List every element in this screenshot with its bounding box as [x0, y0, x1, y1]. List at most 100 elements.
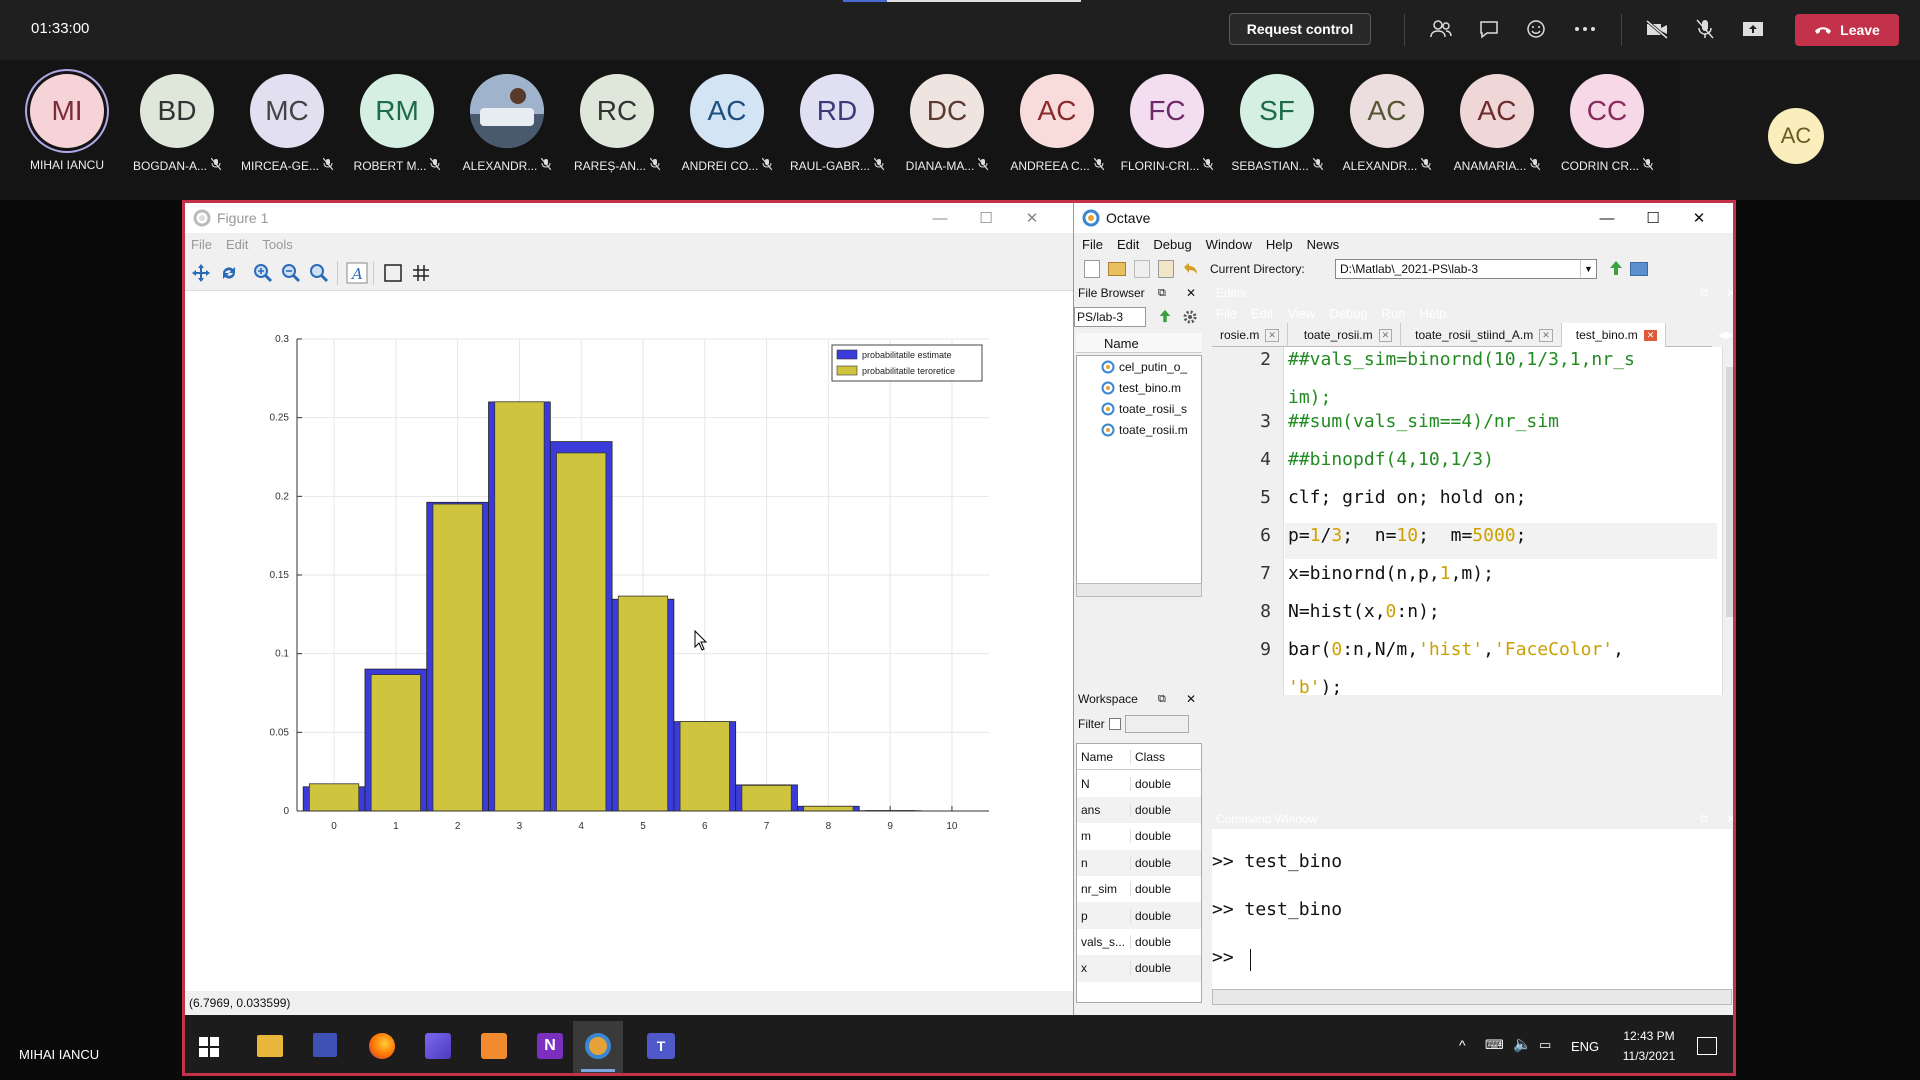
participant-tile[interactable]: AC ANDREEA C... [1002, 74, 1112, 173]
mic-off-icon[interactable] [1690, 14, 1720, 44]
tab-scroll-arrows[interactable]: ◀▶ [1712, 323, 1733, 347]
tab-test-bino[interactable]: test_bino.m ✕ [1561, 323, 1667, 347]
maximize-icon[interactable]: ☐ [963, 203, 1009, 233]
close-tab-icon[interactable]: ✕ [1265, 328, 1279, 342]
undock-icon[interactable]: ⧉ [1158, 287, 1166, 300]
undo-icon[interactable] [1182, 261, 1198, 277]
close-icon[interactable]: ✕ [1009, 203, 1055, 233]
participant-tile[interactable]: RM ROBERT M... [342, 74, 452, 173]
participant-tile[interactable]: BD BOGDAN-A... [122, 74, 232, 173]
more-options-icon[interactable] [1570, 14, 1600, 44]
editor-vertical-scrollbar[interactable] [1722, 347, 1733, 695]
app-icon[interactable] [481, 1033, 507, 1059]
copy-icon[interactable] [1134, 260, 1150, 278]
close-icon[interactable]: ✕ [1726, 812, 1733, 826]
rotate-icon[interactable] [217, 261, 241, 285]
chevron-up-icon[interactable]: ^ [1459, 1037, 1466, 1053]
zoom-out-icon[interactable] [279, 261, 303, 285]
editor-menu-debug[interactable]: Debug [1329, 306, 1367, 321]
figure-menu-file[interactable]: File [191, 237, 212, 252]
workspace-row[interactable]: vals_s... double [1077, 928, 1201, 956]
firefox-icon[interactable] [369, 1033, 395, 1059]
plot-area[interactable]: 0 0.05 0.1 0.15 0.2 0.25 0.3 0 1 2 3 4 5 6 7 8 9 10 probab… [185, 291, 1073, 991]
notifications-icon[interactable] [1697, 1037, 1717, 1055]
axes-box-icon[interactable] [381, 261, 405, 285]
octave-taskbar-active[interactable] [573, 1021, 623, 1073]
scrollbar-thumb[interactable] [1726, 367, 1733, 617]
close-icon[interactable]: ✕ [1186, 692, 1196, 706]
network-icon[interactable]: ⌨ [1485, 1037, 1504, 1053]
workspace-row[interactable]: n double [1077, 849, 1201, 876]
zoom-icon[interactable] [307, 261, 331, 285]
zoom-in-icon[interactable] [251, 261, 275, 285]
octave-menu-news[interactable]: News [1307, 237, 1340, 252]
volume-icon[interactable]: 🔈 [1513, 1035, 1532, 1053]
new-file-icon[interactable] [1084, 260, 1100, 278]
minimize-icon[interactable]: — [917, 203, 963, 233]
close-icon[interactable]: ✕ [1726, 286, 1733, 300]
participant-tile[interactable]: FC FLORIN-CRI... [1112, 74, 1222, 173]
browse-folder-icon[interactable] [1630, 262, 1648, 276]
file-browser-name-header[interactable]: Name [1076, 333, 1202, 353]
tab-toate-rosii[interactable]: toate_rosii.m ✕ [1288, 323, 1402, 347]
undock-icon[interactable]: ⧉ [1158, 693, 1166, 706]
undock-icon[interactable]: ⧉ [1700, 287, 1708, 300]
octave-menu-help[interactable]: Help [1266, 237, 1293, 252]
octave-menu-debug[interactable]: Debug [1153, 237, 1191, 252]
windows-start-icon[interactable] [199, 1037, 219, 1062]
file-browser-path-select[interactable]: PS/lab-3 [1074, 307, 1146, 327]
app-icon[interactable] [425, 1033, 451, 1059]
save-disk-icon[interactable] [313, 1033, 337, 1057]
people-icon[interactable] [1426, 14, 1456, 44]
figure-menu-tools[interactable]: Tools [262, 237, 292, 252]
pan-icon[interactable] [189, 261, 213, 285]
workspace-row[interactable]: m double [1077, 823, 1201, 850]
octave-menu-file[interactable]: File [1082, 237, 1103, 252]
file-item[interactable]: toate_rosii.m [1077, 419, 1201, 440]
undock-icon[interactable]: ⧉ [1700, 813, 1708, 826]
close-tab-icon[interactable]: ✕ [1539, 328, 1553, 342]
workspace-row[interactable]: Ndouble [1077, 770, 1201, 797]
teams-icon[interactable]: T [647, 1033, 675, 1059]
participant-tile[interactable]: CC CODRIN CR... [1552, 74, 1662, 173]
octave-menu-window[interactable]: Window [1206, 237, 1252, 252]
reactions-icon[interactable] [1522, 14, 1552, 44]
horizontal-scrollbar[interactable] [1212, 989, 1732, 1005]
participant-tile[interactable]: ALEXANDR... [452, 74, 562, 173]
current-directory-input[interactable]: D:\Matlab\_2021-PS\lab-3 ▼ [1335, 259, 1597, 279]
command-prompt[interactable]: >> [1212, 947, 1234, 968]
close-icon[interactable]: ✕ [1186, 286, 1196, 300]
participant-tile[interactable]: MC MIRCEA-GE... [232, 74, 342, 173]
filter-checkbox[interactable] [1108, 718, 1121, 730]
participant-tile[interactable]: MI MIHAI IANCU [12, 74, 122, 172]
display-icon[interactable]: ▭ [1539, 1037, 1551, 1053]
filter-input[interactable] [1124, 715, 1189, 733]
workspace-row[interactable]: x double [1077, 955, 1201, 982]
maximize-icon[interactable]: ☐ [1630, 203, 1676, 233]
participant-tile[interactable]: RC RAREȘ-AN... [562, 74, 672, 173]
grid-toggle-icon[interactable] [409, 261, 433, 285]
request-control-button[interactable]: Request control [1229, 13, 1371, 45]
parent-dir-arrow-icon[interactable] [1608, 260, 1624, 279]
tab-rosie[interactable]: rosie.m ✕ [1212, 323, 1288, 347]
participant-tile[interactable]: AC ANAMARIA... [1442, 74, 1552, 173]
workspace-col-name[interactable]: Name [1077, 749, 1131, 764]
code-editor[interactable]: 2 3 4 5 6 7 8 9 10 ##vals_sim=binornd(10… [1212, 347, 1733, 695]
workspace-col-class[interactable]: Class [1131, 750, 1165, 764]
up-dir-icon[interactable] [1158, 309, 1172, 328]
editor-menu-file[interactable]: File [1216, 306, 1237, 321]
workspace-row[interactable]: p double [1077, 902, 1201, 929]
language-indicator[interactable]: ENG [1571, 1039, 1599, 1054]
minimize-icon[interactable]: — [1584, 203, 1630, 233]
command-output[interactable]: >> test_bino >> test_bino >> [1212, 829, 1732, 989]
tab-toate-rosii-stiind[interactable]: toate_rosii_stiind_A.m ✕ [1401, 323, 1562, 347]
share-tray-icon[interactable] [1738, 14, 1768, 44]
participant-tile[interactable]: AC ANDREI CO... [672, 74, 782, 173]
camera-off-icon[interactable] [1642, 14, 1672, 44]
close-icon[interactable]: ✕ [1676, 203, 1722, 233]
editor-menu-help[interactable]: Help [1419, 306, 1446, 321]
onenote-icon[interactable]: N [537, 1033, 563, 1059]
file-item[interactable]: toate_rosii_s [1077, 398, 1201, 419]
participant-tile[interactable]: DC DIANA-MA... [892, 74, 1002, 173]
close-tab-icon[interactable]: ✕ [1378, 328, 1393, 342]
